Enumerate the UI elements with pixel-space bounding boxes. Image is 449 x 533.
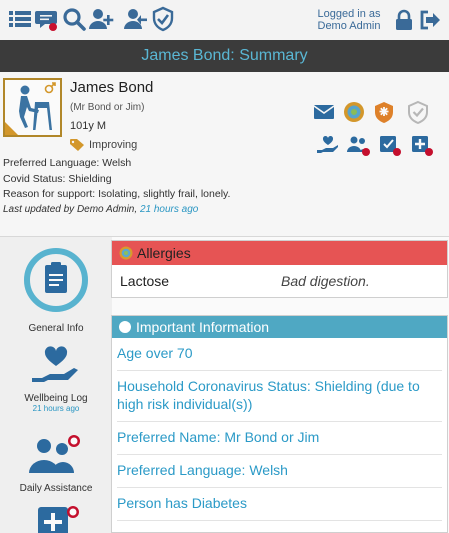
people-alarm-icon: [29, 435, 80, 473]
sidebar-item-daily-assistance[interactable]: Daily Assistance: [0, 433, 112, 494]
person-avatar[interactable]: [3, 78, 62, 137]
list-item[interactable]: Person has Diabetes: [117, 488, 442, 521]
sidebar-item-general-info[interactable]: General Info: [0, 247, 112, 334]
medical-plus-alarm-icon[interactable]: [410, 133, 434, 157]
page-title: James Bond: Summary: [0, 40, 449, 72]
person-alias: (Mr Bond or Jim): [70, 102, 145, 113]
sidebar-item-label: General Info: [28, 323, 84, 334]
preferred-language: Preferred Language: Welsh: [3, 157, 132, 169]
login-info: Logged in as Demo Admin: [300, 8, 398, 32]
person-name: James Bond: [70, 79, 154, 96]
wellbeing-hand-heart-icon[interactable]: [316, 133, 340, 157]
sidebar: General Info Wellbeing Log 21 hours ago …: [0, 237, 112, 533]
important-info-title: Important Information: [136, 319, 270, 335]
sidebar-item-medical[interactable]: [0, 505, 112, 533]
list-icon[interactable]: [7, 6, 33, 32]
medical-shield-icon[interactable]: [372, 100, 396, 124]
checklist-alarm-icon[interactable]: [378, 133, 402, 157]
person-status: Improving: [70, 139, 137, 151]
allergy-badge-icon: [119, 246, 133, 260]
sidebar-item-label: Wellbeing Log: [24, 393, 88, 404]
shield-check-grey-icon[interactable]: [406, 100, 430, 124]
allergy-name: Lactose: [120, 273, 170, 289]
updated-by: Last updated by Demo Admin,: [3, 204, 138, 215]
tag-icon: [70, 139, 84, 151]
list-item[interactable]: Household Coronavirus Status: Shielding …: [117, 371, 442, 422]
user-arrow-icon[interactable]: [122, 6, 148, 32]
important-info-list: Age over 70 Household Coronavirus Status…: [112, 338, 447, 521]
person-age-gender: 101y M: [70, 120, 107, 132]
person-summary: James Bond (Mr Bond or Jim) 101y M Impro…: [0, 72, 449, 236]
updated-time: 21 hours ago: [139, 204, 199, 215]
logged-in-user: Demo Admin: [317, 20, 381, 32]
important-info-panel: Important Information Age over 70 Househ…: [111, 315, 448, 533]
envelope-icon[interactable]: [312, 100, 336, 124]
table-row: Lactose Bad digestion.: [112, 265, 447, 297]
search-icon[interactable]: [61, 6, 87, 32]
status-label: Improving: [89, 139, 138, 151]
allergies-header: Allergies: [112, 241, 447, 265]
allergies-panel: Allergies Lactose Bad digestion.: [111, 240, 448, 298]
last-updated: Last updated by Demo Admin, 21 hours ago: [3, 204, 198, 215]
daily-assistance-people-icon[interactable]: [346, 133, 370, 157]
list-item[interactable]: Preferred Language: Welsh: [117, 455, 442, 488]
medical-box-alarm-icon: [38, 506, 79, 533]
shield-check-icon[interactable]: [150, 6, 176, 32]
circle-icon: [119, 321, 131, 333]
hand-heart-icon: [32, 346, 78, 382]
clipboard-ring-icon: [24, 248, 88, 312]
elderly-walker-icon: [5, 82, 56, 135]
reason-for-support: Reason for support: Isolating, slightly …: [3, 188, 231, 200]
allergy-badge-icon[interactable]: [342, 100, 366, 124]
sidebar-item-sub: 21 hours ago: [32, 404, 80, 413]
list-item[interactable]: Age over 70: [117, 338, 442, 371]
sidebar-item-wellbeing-log[interactable]: Wellbeing Log 21 hours ago: [0, 344, 112, 413]
covid-status: Covid Status: Shielding: [3, 173, 112, 185]
add-user-icon[interactable]: [88, 6, 114, 32]
chat-alert-icon[interactable]: [34, 6, 60, 32]
logout-icon[interactable]: [419, 10, 441, 30]
lock-icon[interactable]: [393, 9, 415, 31]
important-info-header: Important Information: [112, 316, 447, 338]
top-bar: Logged in as Demo Admin: [0, 0, 449, 40]
logged-in-label: Logged in as: [317, 8, 381, 20]
list-item[interactable]: Preferred Name: Mr Bond or Jim: [117, 422, 442, 455]
allergies-title: Allergies: [137, 245, 191, 261]
sidebar-item-label: Daily Assistance: [19, 483, 93, 494]
allergy-note: Bad digestion.: [281, 273, 370, 289]
